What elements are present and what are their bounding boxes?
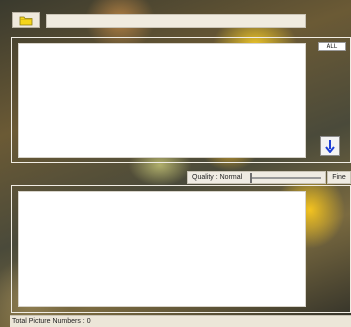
folder-icon — [19, 16, 33, 25]
quality-slider-thumb[interactable] — [250, 172, 253, 183]
source-image-list[interactable] — [18, 43, 306, 158]
add-to-list-button[interactable] — [320, 136, 340, 156]
status-bar: Total Picture Numbers : 0 — [10, 315, 351, 327]
arrow-down-icon — [325, 140, 335, 153]
path-field[interactable] — [46, 14, 306, 28]
quality-label: Quality : Normal — [192, 174, 243, 181]
quality-slider[interactable] — [250, 172, 321, 183]
quality-control: Quality : Normal — [187, 171, 326, 184]
quality-max-label: Fine — [327, 171, 351, 184]
selected-image-list[interactable] — [18, 191, 306, 307]
open-folder-button[interactable] — [12, 12, 40, 28]
select-all-button[interactable]: ALL — [318, 42, 346, 51]
